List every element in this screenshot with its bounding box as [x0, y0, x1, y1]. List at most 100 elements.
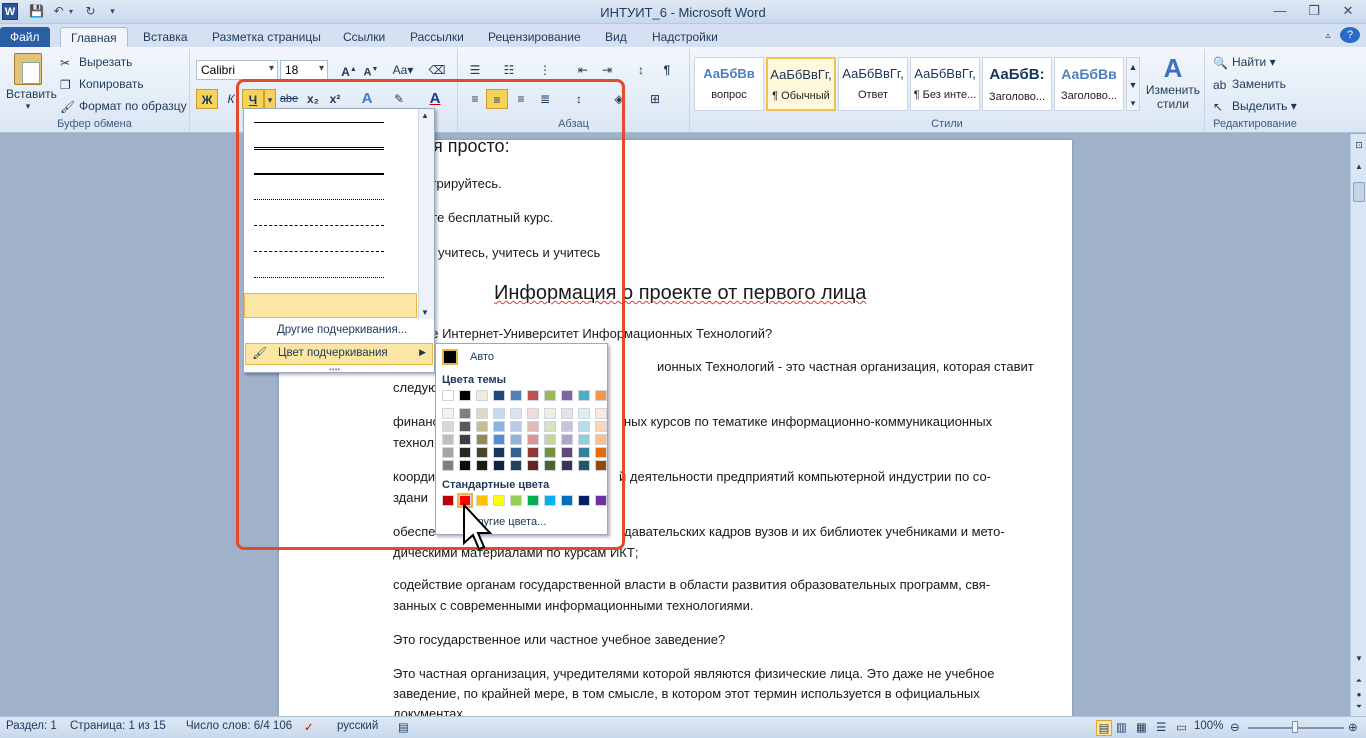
zoom-level[interactable]: 100% — [1194, 720, 1223, 732]
section-indicator[interactable]: Раздел: 1 — [6, 720, 57, 732]
change-styles-button[interactable]: A Изменить стили — [1144, 53, 1202, 111]
zoom-out-icon[interactable]: ⊖ — [1230, 720, 1240, 734]
style-otvet[interactable]: АаБбВвГг, Ответ — [838, 57, 908, 111]
full-screen-reading-icon[interactable]: ▥ — [1116, 720, 1127, 734]
borders-icon[interactable]: ⊞ — [644, 89, 666, 109]
mouse-cursor-icon — [463, 503, 492, 551]
change-case-icon[interactable]: Aa▾ — [392, 60, 414, 80]
find-label: Найти — [1232, 55, 1267, 69]
style-name: ¶ Обычный — [772, 90, 830, 102]
tab-file[interactable]: Файл — [0, 27, 50, 47]
scroll-down-icon[interactable]: ▼ — [1353, 654, 1365, 666]
word-count[interactable]: Число слов: 6/4 106 — [186, 720, 292, 732]
paste-button[interactable]: Вставить ▾ — [6, 53, 57, 113]
style-name: Заголово... — [1060, 90, 1118, 102]
doc-line: содействие органам государственной власт… — [393, 577, 991, 592]
tab-addins[interactable]: Надстройки — [642, 27, 728, 47]
style-sample: АаБбВ: — [989, 66, 1045, 83]
style-heading-2[interactable]: АаБбВв Заголово... — [1054, 57, 1124, 111]
clear-formatting-icon[interactable]: ⌫ — [426, 60, 448, 80]
tab-home[interactable]: Главная — [60, 27, 128, 47]
change-styles-label: Изменить — [1145, 83, 1201, 97]
copy-icon: ❐ — [60, 77, 71, 92]
style-heading-1[interactable]: АаБбВ: Заголово... — [982, 57, 1052, 111]
doc-line: давательских кадров вузов и их библиотек… — [624, 524, 1005, 539]
doc-line: занных с современными информационными те… — [393, 598, 754, 613]
print-layout-icon[interactable]: ▤ — [1096, 720, 1112, 736]
styles-group-label: Стили — [931, 118, 963, 130]
font-name-combo[interactable]: Calibri — [196, 60, 278, 80]
style-name: вопрос — [711, 89, 747, 101]
style-no-spacing[interactable]: АаБбВвГг, ¶ Без инте... — [910, 57, 980, 111]
browse-object-icon[interactable]: ● — [1353, 690, 1365, 702]
paste-icon — [14, 53, 42, 85]
restore-icon[interactable]: ❐ — [1300, 2, 1328, 20]
ruler-toggle-icon[interactable]: ⊡ — [1353, 140, 1365, 152]
cursor-icon: ↖ — [1213, 99, 1224, 114]
minimize-icon[interactable]: — — [1266, 2, 1294, 20]
show-marks-icon[interactable]: ¶ — [656, 60, 678, 80]
editing-group: 🔍 Найти ▾ ab Заменить ↖ Выделить ▾ Редактир… — [1205, 49, 1305, 131]
vertical-scrollbar[interactable]: ⊡ ▲ ▼ ⏶ ● ⏷ — [1350, 134, 1366, 716]
copy-button[interactable]: ❐ Копировать — [60, 77, 144, 92]
style-name: Заголово... — [988, 91, 1046, 103]
draft-icon[interactable]: ▭ — [1176, 720, 1187, 734]
doc-line: й деятельности предприятий компьютерной … — [619, 469, 992, 484]
prev-page-icon[interactable]: ⏶ — [1353, 676, 1365, 688]
tab-insert[interactable]: Вставка — [133, 27, 198, 47]
zoom-in-icon[interactable]: ⊕ — [1348, 720, 1358, 734]
style-normal[interactable]: АаБбВвГг, ¶ Обычный — [766, 57, 836, 111]
scroll-up-icon[interactable]: ▲ — [1353, 162, 1365, 174]
style-name: Ответ — [857, 89, 889, 101]
status-bar: Раздел: 1 Страница: 1 из 15 Число слов: … — [0, 716, 1366, 738]
next-page-icon[interactable]: ⏷ — [1353, 702, 1365, 714]
style-sample: АаБбВвГг, — [914, 66, 976, 81]
select-button[interactable]: ↖ Выделить ▾ — [1213, 99, 1297, 114]
style-sample: АаБбВвГг, — [842, 66, 904, 81]
brush-icon: 🖌 — [60, 99, 76, 114]
close-icon[interactable]: ✕ — [1334, 2, 1362, 20]
sort-icon[interactable]: ↕ — [630, 60, 652, 80]
style-sample: АаБбВвГг, — [770, 67, 832, 82]
proofing-icon[interactable]: ✓ — [304, 720, 314, 734]
style-vopros[interactable]: АаБбВв вопрос — [694, 57, 764, 111]
copy-label: Копировать — [79, 77, 144, 91]
minimize-ribbon-icon[interactable]: ▵ — [1318, 27, 1338, 45]
cut-button[interactable]: ✂ Вырезать — [60, 55, 132, 70]
multilevel-list-icon[interactable]: ⋮ — [534, 60, 556, 80]
font-size-combo[interactable]: 18 — [280, 60, 328, 80]
doc-line: документах — [393, 706, 463, 716]
styles-group: АаБбВв вопрос АаБбВвГг, ¶ Обычный АаБбВвГг… — [690, 49, 1205, 131]
change-styles-icon: A — [1163, 53, 1183, 83]
format-painter-button[interactable]: 🖌 Формат по образцу — [60, 99, 187, 114]
scissors-icon: ✂ — [60, 55, 71, 70]
help-icon[interactable]: ? — [1340, 27, 1360, 43]
scroll-thumb[interactable] — [1353, 182, 1365, 202]
increase-indent-icon[interactable]: ⇥ — [596, 60, 618, 80]
tab-page-layout[interactable]: Разметка страницы — [202, 27, 331, 47]
tab-mailings[interactable]: Рассылки — [400, 27, 474, 47]
bullets-icon[interactable]: ☰ — [464, 60, 486, 80]
bold-button[interactable]: Ж — [196, 89, 218, 109]
outline-icon[interactable]: ☰ — [1156, 720, 1166, 734]
numbering-icon[interactable]: ☷ — [498, 60, 520, 80]
styles-scroll-icon[interactable]: ▲ ▼ ▾ — [1126, 57, 1140, 111]
tab-references[interactable]: Ссылки — [333, 27, 395, 47]
macro-icon[interactable]: ▤ — [398, 720, 409, 734]
paste-label: Вставить — [6, 87, 57, 101]
shrink-font-icon[interactable]: A▼ — [360, 60, 382, 80]
replace-label: Заменить — [1232, 77, 1286, 91]
web-layout-icon[interactable]: ▦ — [1136, 720, 1147, 734]
tab-review[interactable]: Рецензирование — [478, 27, 591, 47]
find-button[interactable]: 🔍 Найти ▾ — [1213, 55, 1276, 70]
decrease-indent-icon[interactable]: ⇤ — [572, 60, 594, 80]
grow-font-icon[interactable]: A▲ — [338, 60, 360, 80]
page-indicator[interactable]: Страница: 1 из 15 — [70, 720, 166, 732]
zoom-slider-thumb[interactable] — [1292, 721, 1298, 733]
tab-view[interactable]: Вид — [595, 27, 637, 47]
doc-line: заведение, по крайней мере, в том смысле… — [393, 686, 980, 701]
language-indicator[interactable]: русский — [337, 720, 378, 732]
ribbon-tabs: Файл Главная Вставка Разметка страницы С… — [0, 24, 1366, 47]
replace-button[interactable]: ab Заменить — [1213, 77, 1286, 92]
style-sample: АаБбВв — [703, 66, 755, 81]
